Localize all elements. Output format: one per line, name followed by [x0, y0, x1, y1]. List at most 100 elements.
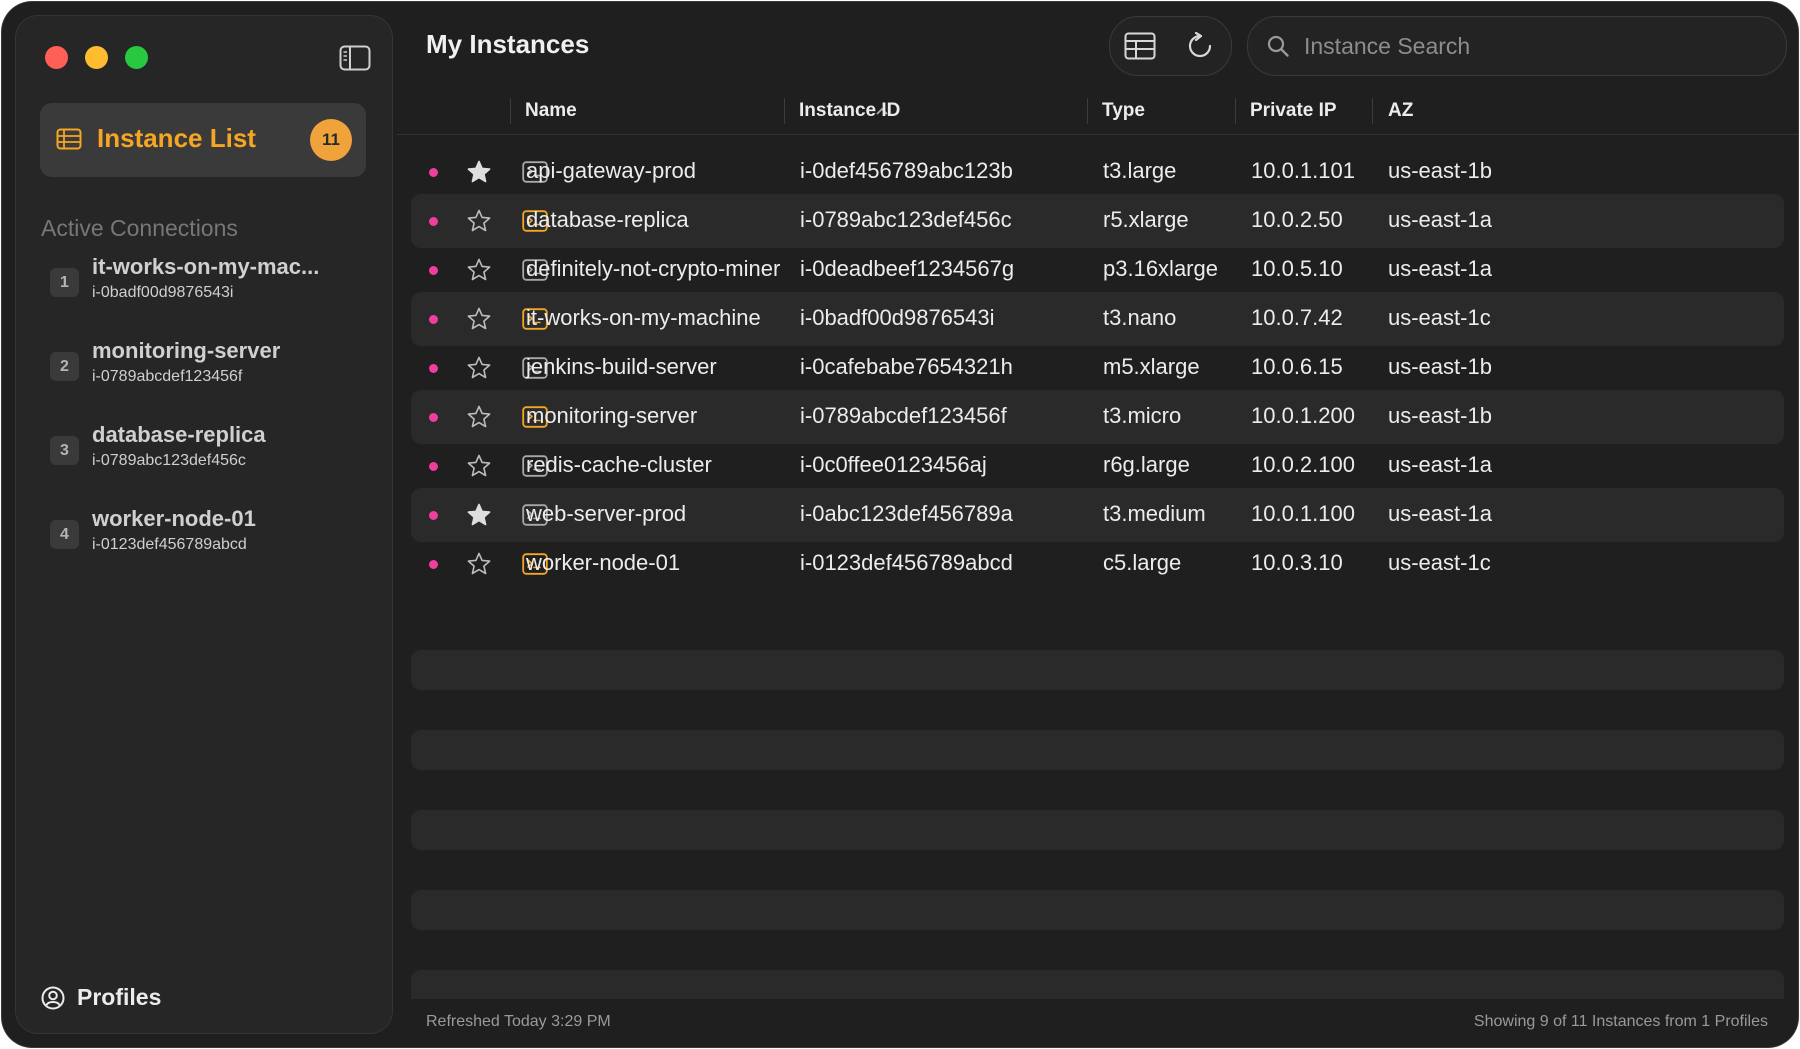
search-input[interactable]	[1302, 27, 1766, 65]
cell-instance-id: i-0789abcdef123456f	[800, 403, 1007, 428]
favorite-star-icon[interactable]	[466, 159, 492, 185]
sidebar-toggle-icon[interactable]	[339, 45, 371, 71]
refresh-status-text: Refreshed Today 3:29 PM	[426, 1013, 611, 1030]
connection-item-2[interactable]: 2 monitoring-server i-0789abcdef123456f	[50, 338, 350, 398]
status-dot	[429, 266, 438, 275]
cell-type: t3.nano	[1103, 305, 1177, 330]
cell-type: p3.16xlarge	[1103, 256, 1218, 281]
column-header-type[interactable]: Type	[1102, 100, 1145, 122]
empty-row	[411, 810, 1784, 850]
instance-search-field[interactable]	[1247, 16, 1787, 76]
table-row[interactable]: definitely-not-crypto-miner i-0deadbeef1…	[411, 243, 1784, 297]
sidebar-item-instance-list[interactable]: Instance List 11	[40, 103, 366, 177]
favorite-star-icon[interactable]	[466, 551, 492, 577]
cell-type: t3.micro	[1103, 403, 1182, 428]
empty-row	[411, 890, 1784, 930]
cell-private-ip: 10.0.5.10	[1251, 256, 1343, 281]
cell-az: us-east-1a	[1388, 452, 1492, 477]
table-row[interactable]: it-works-on-my-machine i-0badf00d9876543…	[411, 292, 1784, 346]
connection-instance-id: i-0789abcdef123456f	[92, 368, 243, 385]
empty-row	[411, 730, 1784, 770]
column-header-private-ip[interactable]: Private IP	[1250, 100, 1337, 122]
connection-number: 1	[50, 268, 79, 297]
favorite-star-icon[interactable]	[466, 208, 492, 234]
close-window-button[interactable]	[45, 46, 68, 69]
minimize-window-button[interactable]	[85, 46, 108, 69]
cell-az: us-east-1c	[1388, 550, 1491, 575]
favorite-star-icon[interactable]	[466, 502, 492, 528]
cell-type: t3.large	[1103, 158, 1177, 183]
cell-name: definitely-not-crypto-miner	[526, 256, 781, 281]
refresh-icon[interactable]	[1184, 32, 1216, 60]
cell-instance-id: i-0abc123def456789a	[800, 501, 1013, 526]
status-dot	[429, 217, 438, 226]
favorite-star-icon[interactable]	[466, 257, 492, 283]
table-row[interactable]: jenkins-build-server i-0cafebabe7654321h…	[411, 341, 1784, 395]
connection-instance-id: i-0badf00d9876543i	[92, 284, 234, 301]
cell-private-ip: 10.0.3.10	[1251, 550, 1343, 575]
table-row[interactable]: api-gateway-prod i-0def456789abc123b t3.…	[411, 145, 1784, 199]
connection-instance-id: i-0123def456789abcd	[92, 536, 247, 553]
cell-private-ip: 10.0.6.15	[1251, 354, 1343, 379]
connection-item-4[interactable]: 4 worker-node-01 i-0123def456789abcd	[50, 506, 350, 566]
column-separator	[1087, 98, 1088, 124]
status-dot	[429, 364, 438, 373]
cell-private-ip: 10.0.2.50	[1251, 207, 1343, 232]
column-separator	[1372, 98, 1373, 124]
table-row[interactable]: monitoring-server i-0789abcdef123456f t3…	[411, 390, 1784, 444]
status-dot	[429, 168, 438, 177]
connection-name: worker-node-01	[92, 506, 256, 531]
cell-private-ip: 10.0.7.42	[1251, 305, 1343, 330]
cell-instance-id: i-0cafebabe7654321h	[800, 354, 1013, 379]
column-header-instance-id[interactable]: Instance ID	[799, 100, 900, 122]
table-header: Name Instance ID Type Private IP AZ	[397, 94, 1798, 135]
cell-instance-id: i-0123def456789abcd	[800, 550, 1013, 575]
profiles-button[interactable]: Profiles	[41, 984, 161, 1011]
window-controls	[45, 46, 148, 69]
column-separator	[510, 98, 511, 124]
cell-type: t3.medium	[1103, 501, 1206, 526]
cell-az: us-east-1b	[1388, 354, 1492, 379]
cell-private-ip: 10.0.1.200	[1251, 403, 1355, 428]
connection-name: it-works-on-my-mac...	[92, 254, 320, 279]
page-title: My Instances	[426, 29, 590, 59]
favorite-star-icon[interactable]	[466, 453, 492, 479]
app-window: Instance List 11 Active Connections 1 it…	[2, 2, 1798, 1047]
connection-item-3[interactable]: 3 database-replica i-0789abc123def456c	[50, 422, 350, 482]
cell-instance-id: i-0badf00d9876543i	[800, 305, 995, 330]
status-dot	[429, 315, 438, 324]
connection-number: 4	[50, 520, 79, 549]
empty-row	[411, 650, 1784, 690]
zoom-window-button[interactable]	[125, 46, 148, 69]
profiles-label: Profiles	[77, 984, 162, 1010]
status-dot	[429, 413, 438, 422]
status-dot	[429, 560, 438, 569]
active-connections-heading: Active Connections	[41, 215, 238, 241]
table-row[interactable]: database-replica i-0789abc123def456c r5.…	[411, 194, 1784, 248]
cell-type: c5.large	[1103, 550, 1182, 575]
cell-instance-id: i-0789abc123def456c	[800, 207, 1012, 232]
cell-name: api-gateway-prod	[526, 158, 696, 183]
search-icon	[1267, 35, 1289, 57]
table-row[interactable]: worker-node-01 i-0123def456789abcd c5.la…	[411, 537, 1784, 591]
cell-name: database-replica	[526, 207, 689, 232]
table-view-icon[interactable]	[1124, 32, 1156, 60]
cell-type: m5.xlarge	[1103, 354, 1200, 379]
connection-name: database-replica	[92, 422, 266, 447]
person-circle-icon	[41, 986, 65, 1009]
cell-az: us-east-1c	[1388, 305, 1491, 330]
table-row[interactable]: redis-cache-cluster i-0c0ffee0123456aj r…	[411, 439, 1784, 493]
table-row[interactable]: web-server-prod i-0abc123def456789a t3.m…	[411, 488, 1784, 542]
connection-number: 3	[50, 436, 79, 465]
favorite-star-icon[interactable]	[466, 306, 492, 332]
favorite-star-icon[interactable]	[466, 355, 492, 381]
cell-az: us-east-1a	[1388, 256, 1492, 281]
cell-private-ip: 10.0.1.100	[1251, 501, 1355, 526]
column-header-name[interactable]: Name	[525, 100, 577, 122]
connection-item-1[interactable]: 1 it-works-on-my-mac... i-0badf00d987654…	[50, 254, 350, 314]
column-header-az[interactable]: AZ	[1388, 100, 1413, 122]
cell-instance-id: i-0def456789abc123b	[800, 158, 1013, 183]
cell-instance-id: i-0c0ffee0123456aj	[800, 452, 987, 477]
connection-number: 2	[50, 352, 79, 381]
favorite-star-icon[interactable]	[466, 404, 492, 430]
